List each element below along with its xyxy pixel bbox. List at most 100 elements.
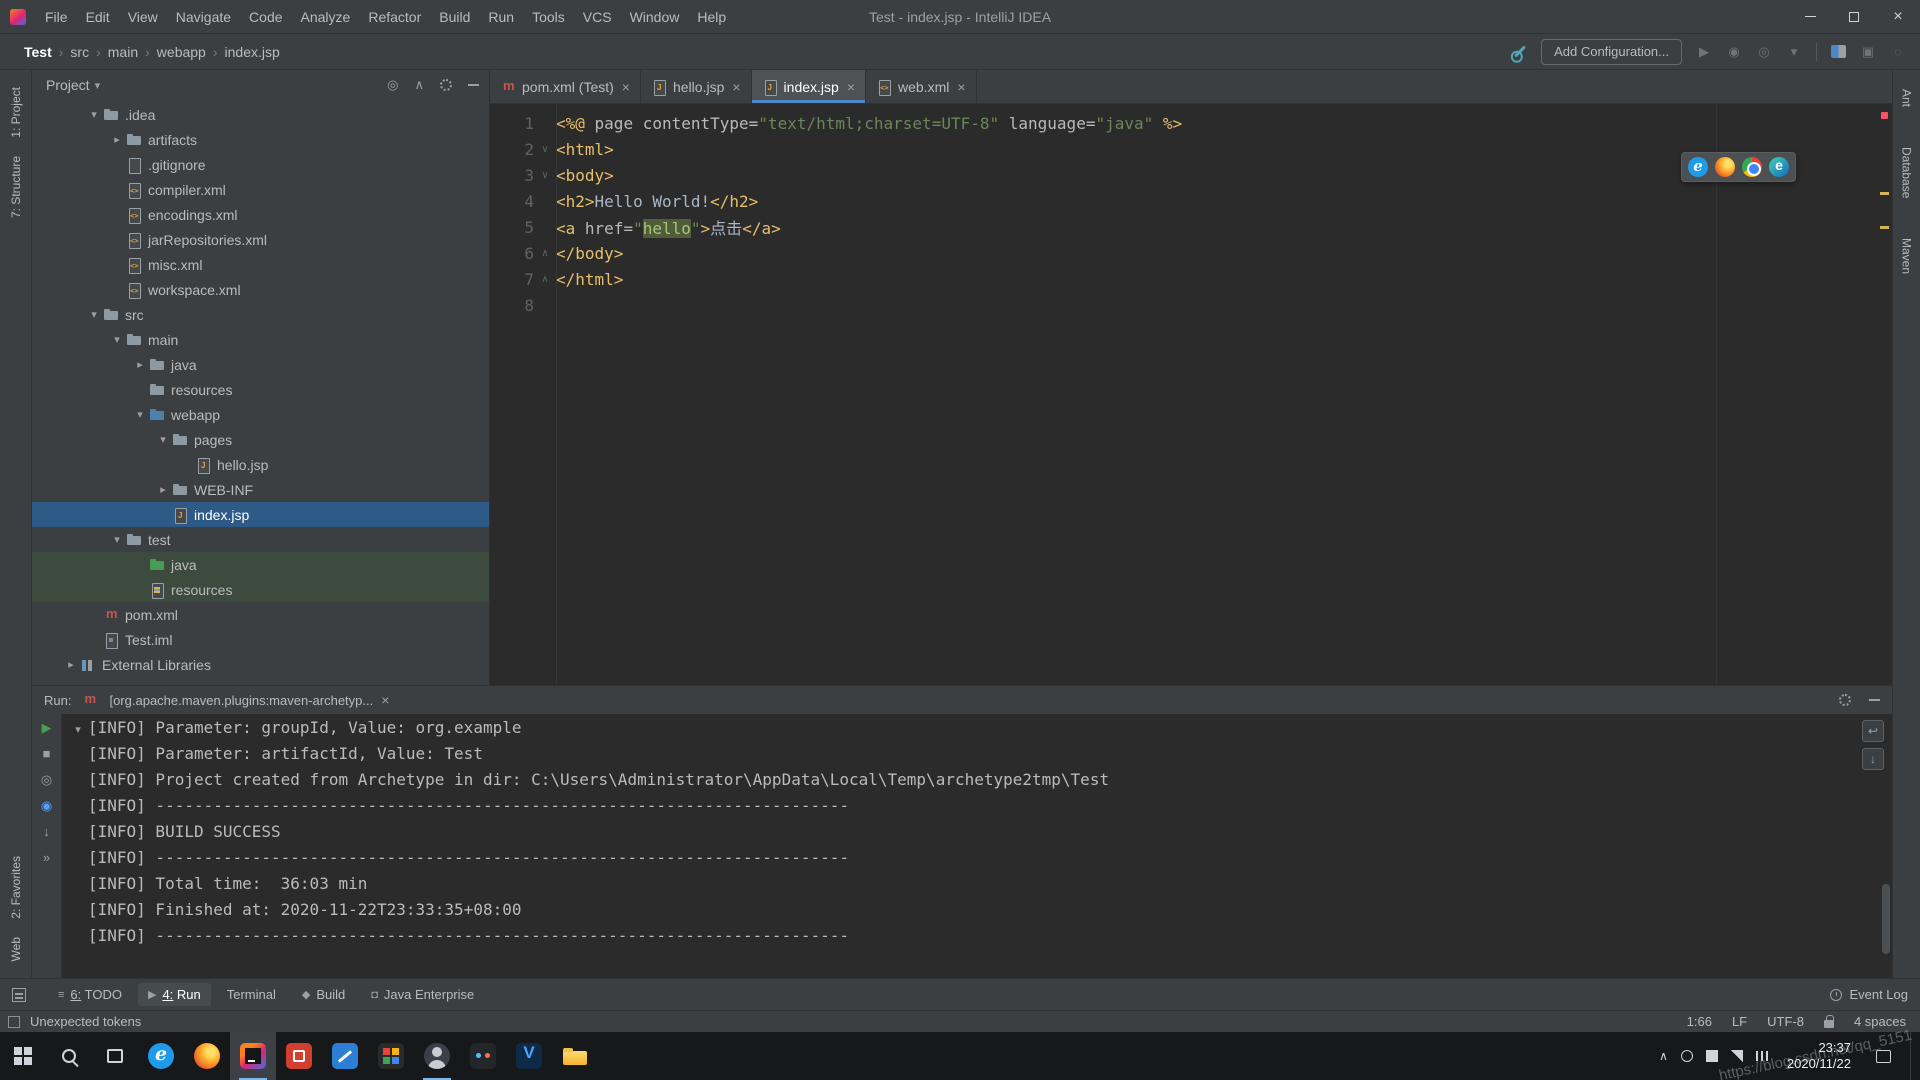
editor-tab[interactable]: pom.xml (Test) × — [490, 70, 641, 103]
hide-panel-icon[interactable] — [468, 84, 479, 86]
tool-stripe-button[interactable]: Web — [9, 928, 23, 970]
status-grid-icon[interactable] — [8, 1015, 20, 1028]
menu-edit[interactable]: Edit — [77, 0, 119, 34]
tree-item[interactable]: compiler.xml — [32, 177, 489, 202]
console-scrollbar[interactable] — [1882, 884, 1890, 954]
tree-item[interactable]: ▾ src — [32, 302, 489, 327]
colored-grid-app[interactable] — [368, 1032, 414, 1080]
close-icon[interactable]: × — [847, 79, 855, 95]
fold-marker-icon[interactable]: ∧ — [534, 274, 556, 285]
code-line[interactable]: 1 <%@ page contentType="text/html;charset… — [490, 110, 1892, 136]
tree-item[interactable]: index.jsp — [32, 502, 489, 527]
edge-browser[interactable] — [138, 1032, 184, 1080]
tool-stripe-button[interactable]: 1: Project — [9, 78, 23, 147]
action-center-icon[interactable] — [1876, 1049, 1891, 1063]
tray-icon-1[interactable] — [1680, 1050, 1693, 1062]
toolwindow-button[interactable]: ≡ 6: TODO — [48, 983, 132, 1006]
tree-item[interactable]: ▾ webapp — [32, 402, 489, 427]
tree-item[interactable]: java — [32, 552, 489, 577]
tree-arrow-icon[interactable]: ▸ — [108, 133, 126, 146]
volume-icon[interactable] — [1730, 1050, 1743, 1062]
more-icon[interactable]: » — [43, 850, 50, 866]
tray-overflow-chevron-icon[interactable]: ∧ — [1659, 1049, 1668, 1063]
dark-dots-app[interactable] — [460, 1032, 506, 1080]
run-button-disabled-icon[interactable]: ▶ — [1696, 44, 1712, 60]
menu-refactor[interactable]: Refactor — [359, 0, 430, 34]
tree-item[interactable]: ▾ test — [32, 527, 489, 552]
tree-arrow-icon[interactable]: ▾ — [108, 333, 126, 346]
editor-tab[interactable]: index.jsp × — [751, 70, 866, 103]
tree-item[interactable]: encodings.xml — [32, 202, 489, 227]
close-icon[interactable]: × — [957, 79, 965, 95]
tree-item[interactable]: ▸ External Libraries — [32, 652, 489, 677]
stop-icon[interactable]: ■ — [43, 746, 51, 762]
red-app[interactable] — [276, 1032, 322, 1080]
code-line[interactable]: 5 <a href="hello">点击</a> — [490, 214, 1892, 240]
ie-browser-icon[interactable] — [1688, 157, 1708, 177]
gear-icon[interactable] — [440, 79, 452, 91]
tree-arrow-icon[interactable]: ▾ — [85, 308, 103, 321]
project-panel-title[interactable]: Project — [46, 77, 90, 93]
scroll-to-end-icon[interactable]: ↓ — [1862, 748, 1884, 770]
console-line[interactable]: [INFO] Total time: 36:03 min — [88, 874, 1109, 900]
maximize-button[interactable] — [1832, 0, 1876, 33]
restore-layout-icon[interactable]: ◎ — [41, 772, 52, 788]
status-item[interactable]: 4 spaces — [1854, 1014, 1906, 1029]
edge-browser-icon[interactable] — [1769, 157, 1789, 177]
add-configuration-button[interactable]: Add Configuration... — [1541, 38, 1682, 65]
toolwindow-switcher-icon[interactable] — [12, 987, 26, 1002]
taskbar-search-button[interactable] — [46, 1032, 92, 1080]
tree-item[interactable]: ▸ java — [32, 352, 489, 377]
chrome-browser-icon[interactable] — [1742, 157, 1762, 177]
taskbar-clock[interactable]: 23:37 2020/11/22 — [1781, 1040, 1857, 1073]
tree-arrow-icon[interactable]: ▸ — [131, 358, 149, 371]
firefox-browser[interactable] — [184, 1032, 230, 1080]
status-item[interactable]: UTF-8 — [1767, 1014, 1804, 1029]
tree-item[interactable]: resources — [32, 377, 489, 402]
code-line[interactable]: 6 ∧ </body> — [490, 240, 1892, 266]
pin-icon[interactable]: ◉ — [41, 798, 52, 814]
close-icon[interactable]: × — [381, 692, 389, 708]
tree-item[interactable]: .gitignore — [32, 152, 489, 177]
editor-tab[interactable]: web.xml × — [866, 70, 977, 103]
error-mark[interactable] — [1881, 112, 1888, 119]
project-structure-icon[interactable] — [1831, 45, 1846, 58]
start-button[interactable] — [0, 1032, 46, 1080]
hide-panel-icon[interactable] — [1869, 699, 1880, 701]
tool-stripe-button[interactable]: 2: Favorites — [9, 847, 23, 928]
breadcrumb-item[interactable]: webapp — [157, 44, 206, 60]
terminal-toggle-icon[interactable]: ▣ — [1860, 44, 1876, 60]
tool-stripe-button[interactable]: 7: Structure — [9, 147, 23, 227]
tree-item[interactable]: workspace.xml — [32, 277, 489, 302]
scroll-down-icon[interactable]: ↓ — [43, 824, 50, 840]
blue-v-app[interactable] — [506, 1032, 552, 1080]
fold-marker-icon[interactable]: ∨ — [534, 170, 556, 181]
close-icon[interactable]: × — [622, 79, 630, 95]
intellij-idea[interactable] — [230, 1032, 276, 1080]
lock-icon[interactable] — [1823, 1014, 1834, 1028]
tree-item[interactable]: ▸ WEB-INF — [32, 477, 489, 502]
close-button[interactable]: × — [1876, 0, 1920, 33]
menu-view[interactable]: View — [119, 0, 167, 34]
menu-file[interactable]: File — [36, 0, 77, 34]
file-explorer[interactable] — [552, 1032, 598, 1080]
warning-mark[interactable] — [1880, 192, 1889, 195]
tree-item[interactable]: ▾ .idea — [32, 102, 489, 127]
tree-item[interactable]: resources — [32, 577, 489, 602]
console-line[interactable]: [INFO] Finished at: 2020-11-22T23:33:35+… — [88, 900, 1109, 926]
tree-arrow-icon[interactable]: ▾ — [131, 408, 149, 421]
chevron-down-icon[interactable]: ▾ — [1786, 44, 1802, 60]
show-desktop-button[interactable] — [1910, 1032, 1916, 1080]
console-line[interactable]: [INFO] BUILD SUCCESS — [88, 822, 1109, 848]
network-icon[interactable] — [1755, 1051, 1768, 1061]
console-line[interactable]: [INFO] ---------------------------------… — [88, 926, 1109, 952]
menu-analyze[interactable]: Analyze — [292, 0, 360, 34]
menu-vcs[interactable]: VCS — [574, 0, 621, 34]
console-expander-icon[interactable]: ▾ — [68, 718, 88, 978]
task-view-button[interactable] — [92, 1032, 138, 1080]
debug-button-disabled-icon[interactable]: ◉ — [1726, 44, 1742, 60]
editor-tab[interactable]: hello.jsp × — [641, 70, 752, 103]
tree-item[interactable]: ▾ main — [32, 327, 489, 352]
chevron-down-icon[interactable]: ▾ — [95, 79, 101, 92]
tree-arrow-icon[interactable]: ▸ — [62, 658, 80, 671]
